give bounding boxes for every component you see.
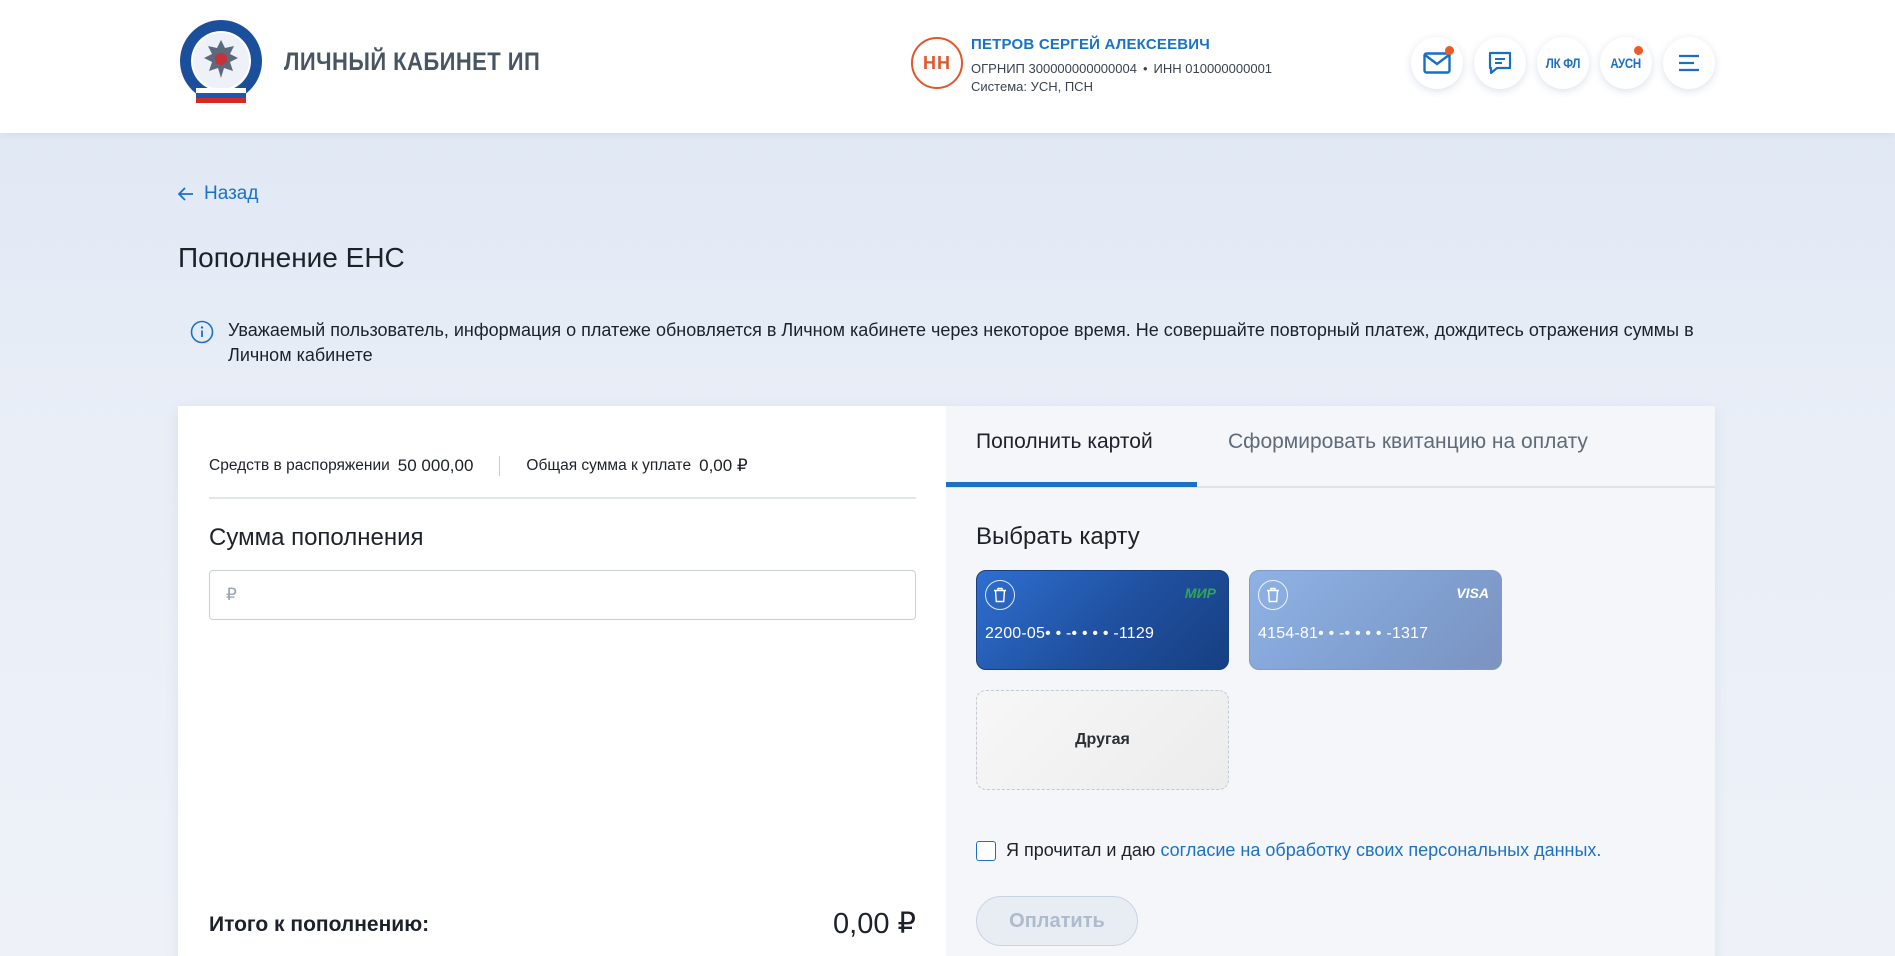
menu-icon [1679,54,1699,72]
menu-button[interactable] [1663,37,1715,89]
trash-icon [994,587,1006,603]
fns-logo[interactable] [178,18,264,106]
consent-row: Я прочитал и даю согласие на обработку с… [976,840,1601,861]
mail-icon [1423,52,1451,74]
mail-button[interactable] [1411,37,1463,89]
info-text: Уважаемый пользователь, информация о пла… [228,320,1694,365]
mail-notification-dot [1445,46,1454,55]
header: ЛИЧНЫЙ КАБИНЕТ ИП НН ПЕТРОВ СЕРГЕЙ АЛЕКС… [0,0,1895,133]
amount-panel: Средств в распоряжении 50 000,00 Общая с… [178,406,946,956]
chat-icon [1488,51,1512,75]
separator-dot: • [1142,61,1148,76]
amount-input[interactable] [209,570,916,620]
lk-fl-label: ЛК ФЛ [1545,55,1581,71]
user-avatar[interactable]: НН [911,37,963,89]
visa-logo: VISA [1456,585,1489,601]
delete-card-button[interactable] [985,580,1015,610]
ogrnip-value: ОГРНИП 300000000000004 [971,61,1137,76]
due-label: Общая сумма к уплате [526,457,692,474]
ausn-button[interactable]: АУСН [1600,37,1652,89]
consent-text-prefix: Я прочитал и даю [1006,840,1156,860]
amount-title: Сумма пополнения [209,524,424,551]
payment-tabs: Пополнить картой Сформировать квитанцию … [946,406,1715,488]
total-label: Итого к пополнению: [209,913,430,936]
ausn-label: АУСН [1610,55,1642,71]
card-number: 2200-05• • -• • • • -1129 [985,625,1155,642]
payment-panel: Пополнить картой Сформировать квитанцию … [946,406,1715,956]
user-name[interactable]: ПЕТРОВ СЕРГЕЙ АЛЕКСЕЕВИЧ [971,36,1210,53]
tab-generate-receipt[interactable]: Сформировать квитанцию на оплату [1228,430,1588,454]
balances-row: Средств в распоряжении 50 000,00 Общая с… [209,456,748,476]
ausn-notification-dot [1634,46,1643,55]
mir-logo: МИР [1184,585,1216,601]
consent-link[interactable]: согласие на обработку своих персональных… [1160,840,1601,860]
back-link[interactable]: Назад [178,183,258,205]
trash-icon [1267,587,1279,603]
available-label: Средств в распоряжении [209,457,390,474]
consent-checkbox[interactable] [976,840,996,861]
info-banner: Уважаемый пользователь, информация о пла… [190,318,1710,368]
inn-value: ИНН 010000000001 [1153,61,1273,76]
card-number: 4154-81• • -• • • • -1317 [1258,625,1429,642]
available-value: 50 000,00 [397,456,474,475]
choose-card-title: Выбрать карту [976,523,1140,550]
user-ids: ОГРНИП 300000000000004 • ИНН 010000000001 [971,61,1272,76]
brand-title: ЛИЧНЫЙ КАБИНЕТ ИП [284,48,541,76]
active-tab-indicator [946,482,1197,487]
topup-card: Средств в распоряжении 50 000,00 Общая с… [178,406,1715,956]
tax-system: Система: УСН, ПСН [971,79,1093,94]
tab-pay-by-card[interactable]: Пополнить картой [976,430,1153,454]
saved-card-mir[interactable]: МИР 2200-05• • -• • • • -1129 [976,570,1229,670]
balances-separator [499,456,501,476]
due-value: 0,00 ₽ [699,456,748,475]
divider [209,497,916,499]
arrow-left-icon [178,187,193,201]
info-icon [190,320,214,344]
page-title: Пополнение ЕНС [178,242,405,273]
chat-button[interactable] [1474,37,1526,89]
back-label: Назад [204,183,259,204]
delete-card-button[interactable] [1258,580,1288,610]
saved-card-visa[interactable]: VISA 4154-81• • -• • • • -1317 [1249,570,1502,670]
lk-fl-button[interactable]: ЛК ФЛ [1537,37,1589,89]
pay-button[interactable]: Оплатить [976,896,1138,946]
other-card-button[interactable]: Другая [976,690,1229,790]
total-value: 0,00 ₽ [833,908,916,940]
consent-text: Я прочитал и даю согласие на обработку с… [1006,840,1601,861]
